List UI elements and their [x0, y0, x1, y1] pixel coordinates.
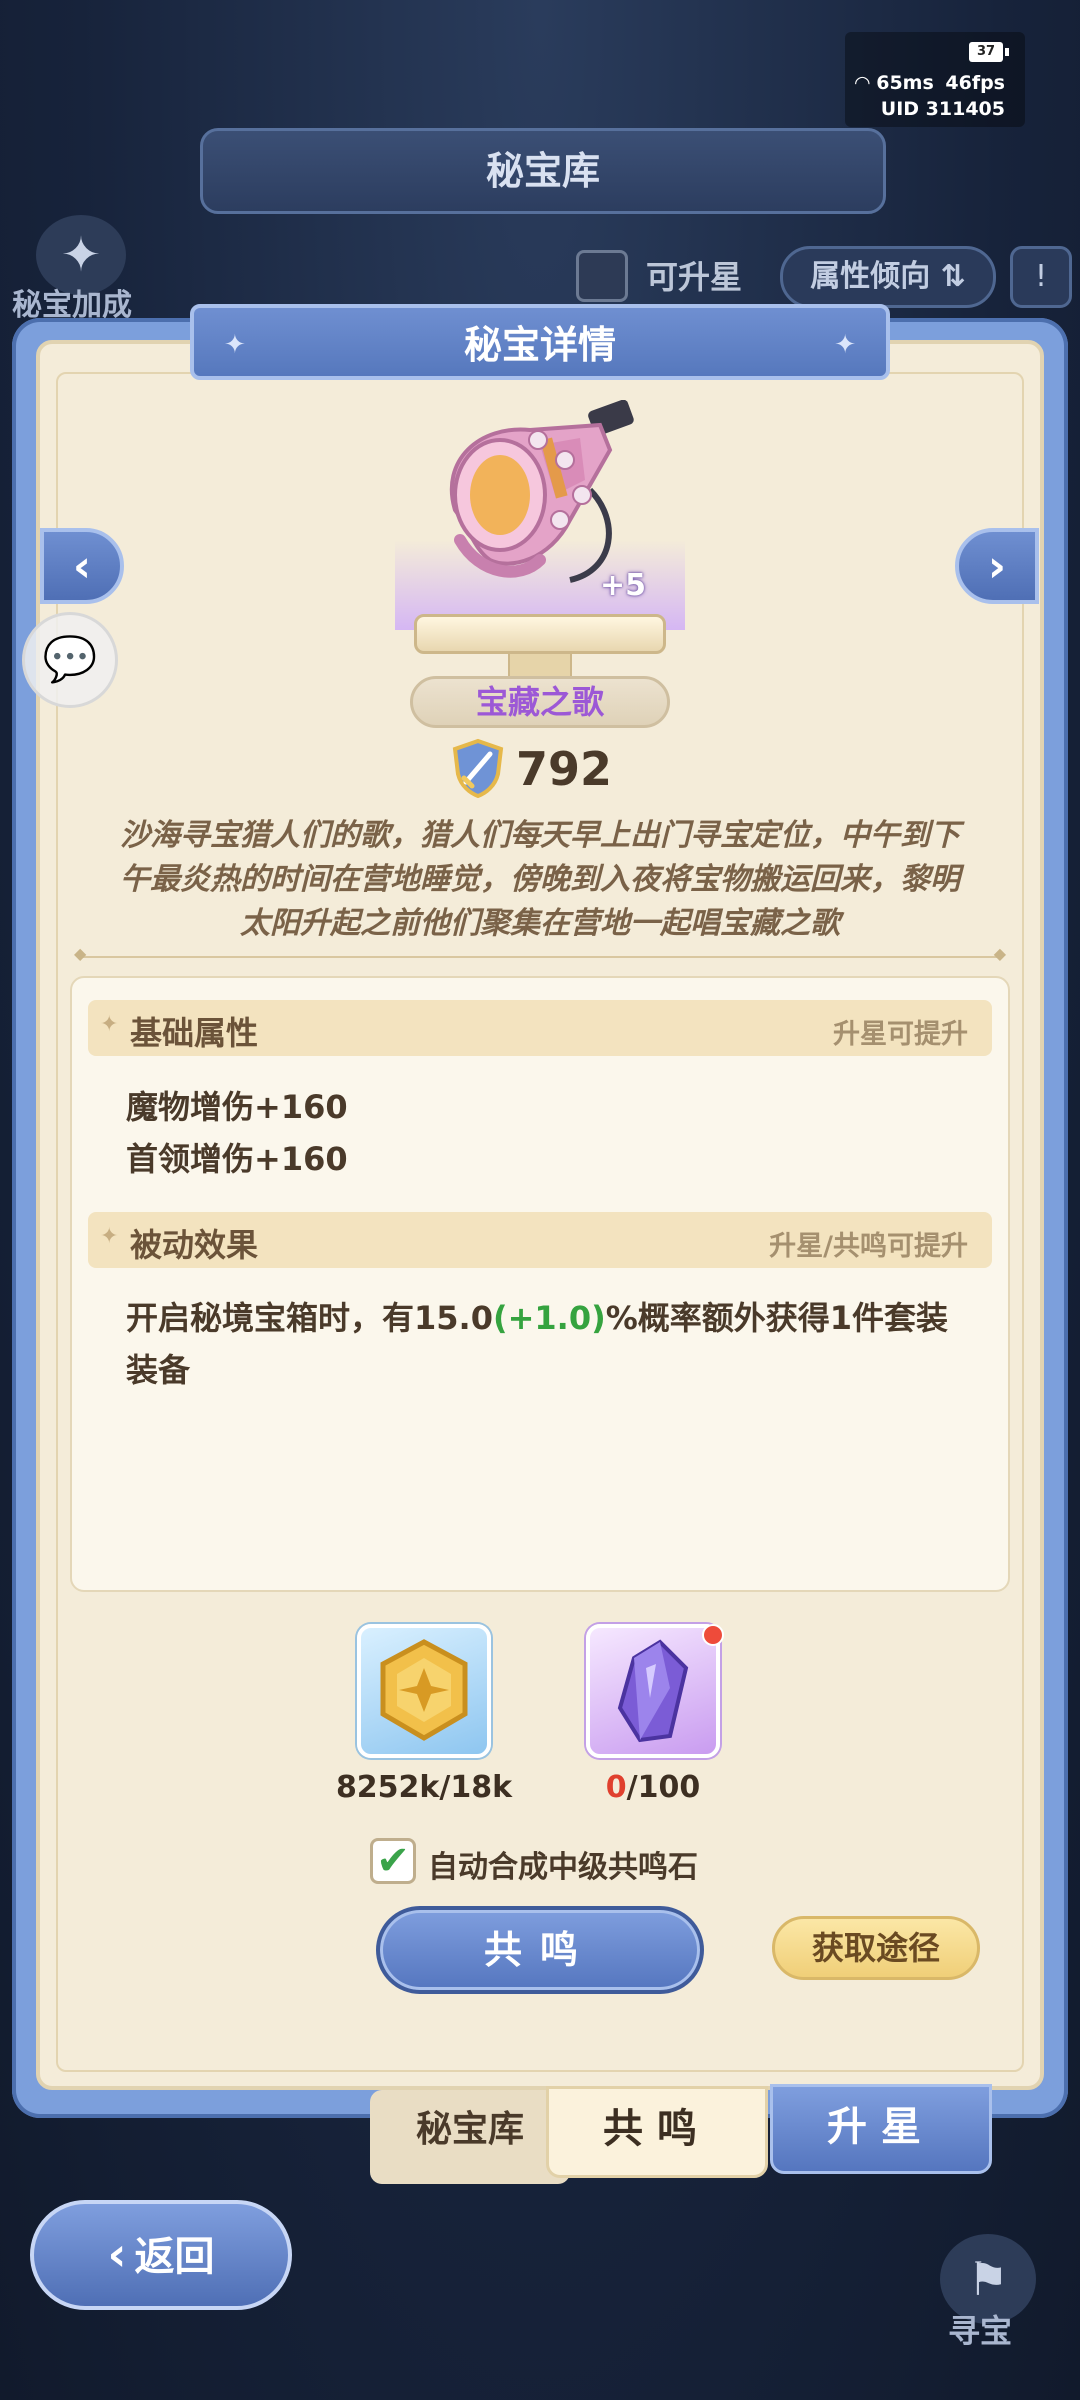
treasure-description: 沙海寻宝猎人们的歌，猎人们每天早上出门寻宝定位，中午到下午最炎热的时间在营地睡觉…: [120, 818, 960, 941]
basic-attr-header: ✦ 基础属性 升星可提升: [88, 1000, 992, 1056]
tab-library[interactable]: 秘宝库: [370, 2090, 570, 2184]
tab-resonate[interactable]: 共鸣: [546, 2086, 768, 2178]
resonance-crystal-icon: [617, 1639, 689, 1743]
chevron-right-icon: ›: [987, 541, 1007, 592]
obtain-source-button[interactable]: 获取途径: [772, 1916, 980, 1980]
prev-treasure-button[interactable]: ‹: [40, 528, 124, 604]
ping-readout: ◠ 65ms: [855, 72, 934, 94]
battery-icon: 37: [969, 42, 1009, 62]
chevron-left-icon: ‹: [72, 541, 92, 592]
attr-monster-dmg: 魔物增伤+160: [126, 1088, 348, 1126]
gold-count: 8252k/18k: [335, 1770, 513, 1805]
passive-bonus: (+1.0): [492, 1299, 606, 1337]
passive-hint: 升星/共鸣可提升: [769, 1231, 968, 1262]
back-label: 返回: [134, 2234, 215, 2280]
upgradable-checkbox[interactable]: [576, 250, 628, 302]
crystal-material-slot[interactable]: [586, 1624, 720, 1758]
crystal-have: 0: [605, 1770, 627, 1805]
crystal-need: /100: [626, 1770, 701, 1805]
attribute-box: [70, 976, 1010, 1592]
star-level: +5: [600, 568, 647, 603]
treasure-name: 宝藏之歌: [410, 676, 670, 728]
basic-attr-title: 基础属性: [130, 1014, 259, 1052]
pedestal: [414, 614, 666, 654]
resonate-button[interactable]: 共鸣: [376, 1906, 704, 1994]
passive-effect-text: 开启秘境宝箱时，有15.0(+1.0)%概率额外获得1件套装装备: [126, 1292, 966, 1396]
back-arrow-icon: ‹: [107, 2227, 127, 2281]
info-button[interactable]: !: [1010, 246, 1072, 308]
attr-filter-label: 属性倾向: [810, 259, 931, 294]
basic-attr-hint: 升星可提升: [833, 1019, 968, 1050]
chat-bubble-icon: 💬: [42, 634, 98, 685]
treasure-hunt-label: 寻宝: [948, 2312, 1013, 2350]
auto-synth-checkbox[interactable]: ✔: [370, 1838, 416, 1884]
power-value: 792: [516, 742, 613, 796]
gold-coin-icon: [380, 1639, 468, 1741]
attr-filter-button[interactable]: 属性倾向 ⇅: [780, 246, 996, 308]
back-button[interactable]: ‹ 返回: [30, 2200, 292, 2310]
shield-sword-icon: [452, 738, 504, 798]
fps-readout: 46fps: [945, 72, 1005, 94]
dialog-title: 秘宝详情: [190, 304, 890, 382]
ping-value: 65ms: [876, 72, 934, 94]
power-row: 792: [450, 738, 650, 798]
library-title: 秘宝库: [200, 128, 886, 214]
sparkle-icon: ✦: [100, 1012, 119, 1037]
sparkle-icon: ✦: [100, 1224, 119, 1249]
tab-upgrade[interactable]: 升星: [770, 2084, 992, 2174]
chat-button[interactable]: 💬: [22, 612, 118, 708]
upgradable-label: 可升星: [646, 258, 743, 296]
passive-title: 被动效果: [130, 1226, 259, 1264]
passive-header: ✦ 被动效果 升星/共鸣可提升: [88, 1212, 992, 1268]
passive-text-before: 开启秘境宝箱时，有15.0: [126, 1299, 493, 1337]
sort-arrows-icon: ⇅: [940, 259, 966, 294]
crystal-count: 0/100: [553, 1770, 753, 1805]
attr-boss-dmg: 首领增伤+160: [126, 1140, 348, 1178]
gold-material-slot[interactable]: [357, 1624, 491, 1758]
checkmark-icon: ✔: [376, 1838, 410, 1884]
wifi-icon: ◠: [855, 72, 877, 94]
status-overlay: 37 ◠ 65ms 46fps UID 311405: [845, 32, 1025, 127]
notification-dot: [702, 1624, 724, 1646]
divider: [74, 944, 1006, 963]
auto-synth-label: 自动合成中级共鸣石: [428, 1850, 698, 1885]
uid-readout: UID 311405: [880, 98, 1005, 120]
next-treasure-button[interactable]: ›: [955, 528, 1039, 604]
